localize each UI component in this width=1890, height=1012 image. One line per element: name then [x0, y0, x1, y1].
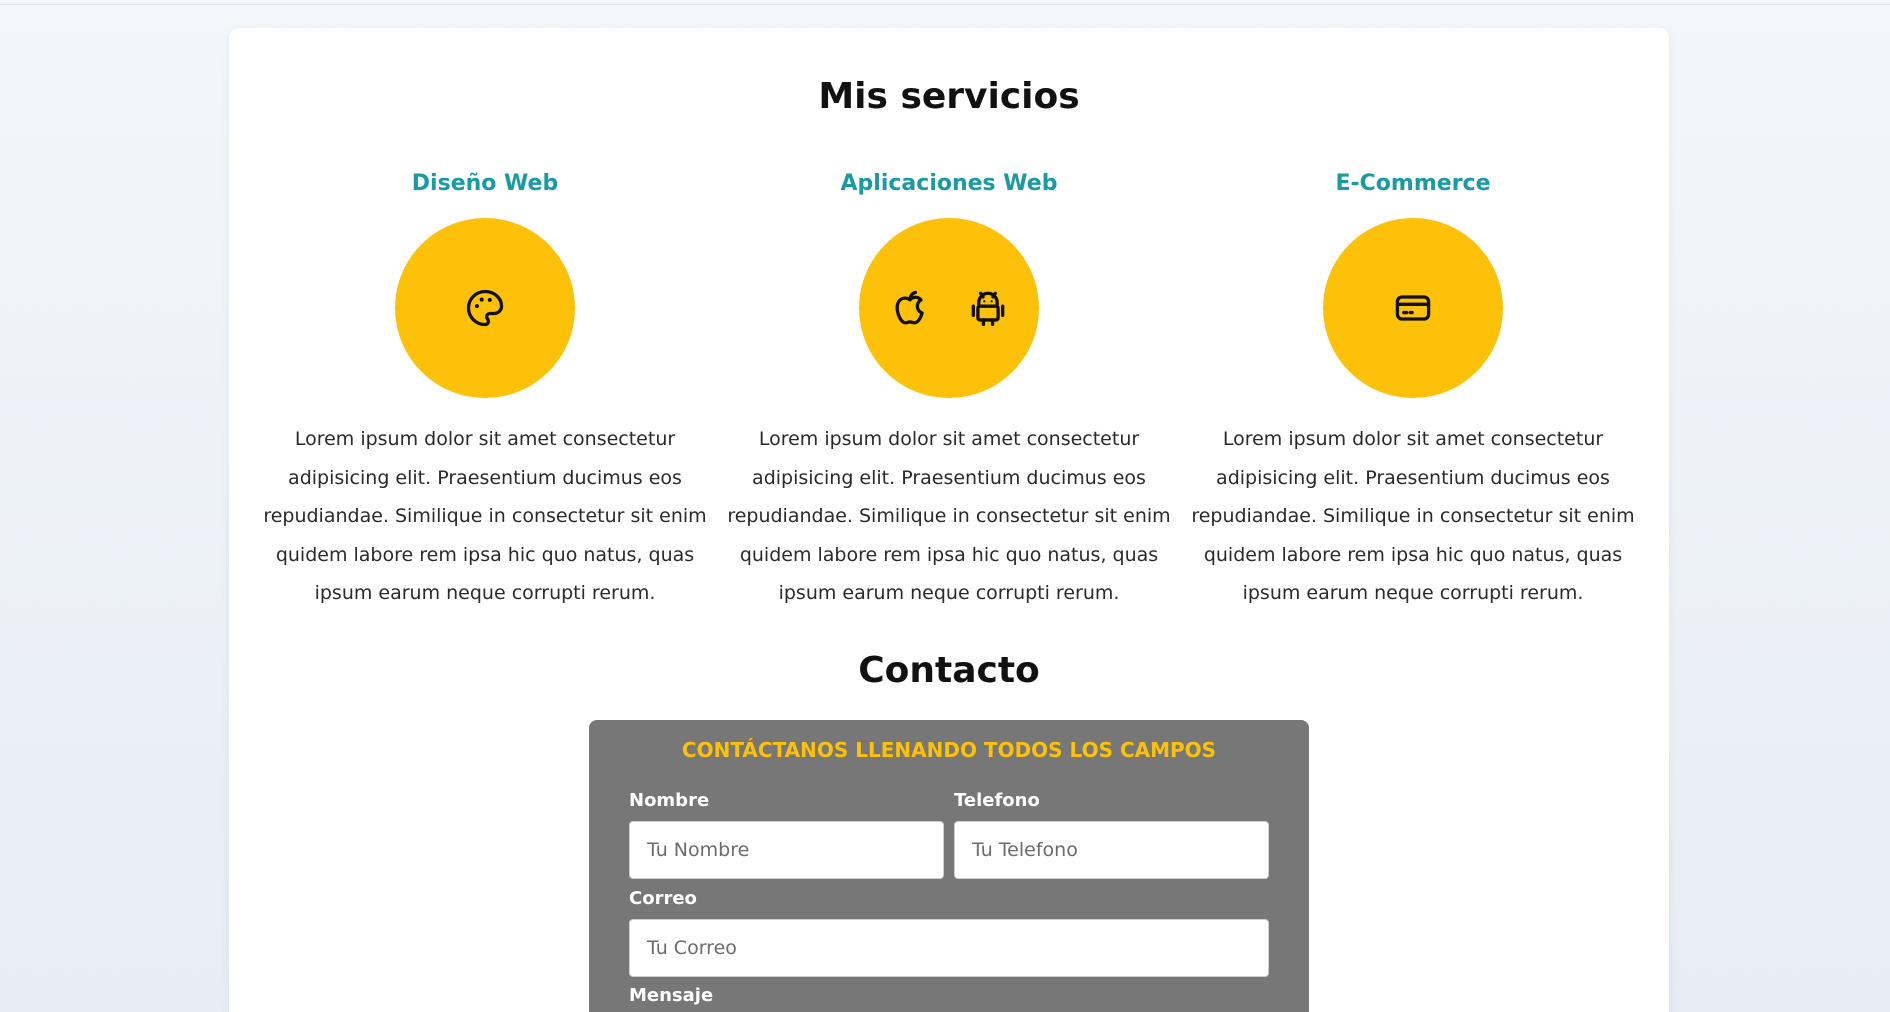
correo-label: Correo: [629, 888, 697, 909]
correo-input[interactable]: [629, 919, 1269, 977]
apple-icon: [895, 290, 924, 325]
contact-form-heading: CONTÁCTANOS LLENANDO TODOS LOS CAMPOS: [681, 738, 1217, 762]
service-icon-circle: [1323, 218, 1503, 398]
service-description: Lorem ipsum dolor sit amet consectetur a…: [1191, 428, 1635, 604]
nombre-input[interactable]: [629, 821, 944, 879]
telefono-label: Telefono: [954, 790, 1040, 811]
service-heading: Aplicaciones Web: [840, 171, 1058, 196]
palette-icon: [466, 289, 504, 327]
mensaje-label: Mensaje: [629, 985, 714, 1006]
service-heading: Diseño Web: [411, 171, 559, 196]
service-icon-circle: [395, 218, 575, 398]
contact-form: CONTÁCTANOS LLENANDO TODOS LOS CAMPOS No…: [589, 720, 1309, 1012]
service-icon-circle: [859, 218, 1039, 398]
services-title: Mis servicios: [818, 76, 1080, 117]
contact-title: Contacto: [858, 650, 1040, 691]
android-icon: [971, 291, 1005, 327]
credit-card-icon: [1395, 295, 1431, 321]
telefono-input[interactable]: [954, 821, 1269, 879]
top-divider: [0, 4, 1890, 5]
service-web-design: Diseño Web Lorem ipsum dolor sit amet co…: [253, 164, 717, 613]
service-description: Lorem ipsum dolor sit amet consectetur a…: [263, 428, 707, 604]
services-grid: Diseño Web Lorem ipsum dolor sit amet co…: [253, 164, 1645, 613]
service-web-apps: Aplicaciones Web Lorem ipsum dolor sit a…: [717, 164, 1181, 613]
service-description: Lorem ipsum dolor sit amet consectetur a…: [727, 428, 1171, 604]
main-card: Mis servicios Diseño Web Lorem ipsum dol…: [229, 28, 1669, 1012]
service-ecommerce: E-Commerce Lorem ipsum dolor sit amet co…: [1181, 164, 1645, 613]
nombre-label: Nombre: [629, 790, 710, 811]
service-heading: E-Commerce: [1335, 171, 1491, 196]
